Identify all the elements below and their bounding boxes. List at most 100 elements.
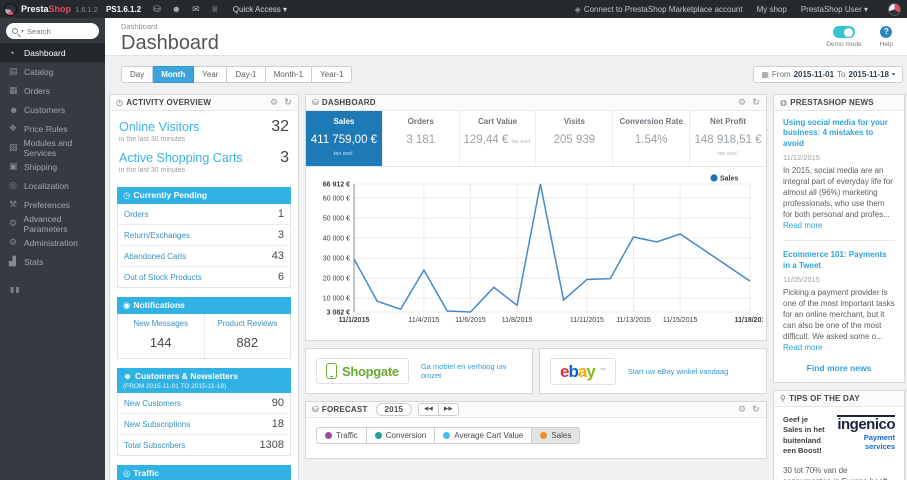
date-preset-day-1[interactable]: Day-1: [227, 66, 266, 83]
rewind-icon[interactable]: ◀◀: [418, 402, 438, 417]
refresh-icon[interactable]: ↻: [752, 97, 760, 108]
collapse-sidebar-button[interactable]: ▮▮: [10, 285, 105, 294]
metric-tile-visits[interactable]: Visits 205 939: [535, 111, 612, 166]
gear-icon[interactable]: ⚙: [738, 404, 746, 415]
brand-wordmark[interactable]: PrestaShop: [21, 4, 71, 14]
row-link-orders[interactable]: Orders: [124, 210, 148, 219]
svg-text:Sales: Sales: [720, 176, 738, 183]
refresh-icon[interactable]: ↻: [752, 404, 760, 415]
sidebar-item-label: Modules and Services: [23, 137, 73, 158]
sidebar-item-shipping[interactable]: ▣ Shipping: [0, 157, 105, 176]
stat-cell-label[interactable]: New Messages: [120, 319, 202, 328]
sidebar-search[interactable]: ▾: [6, 23, 99, 39]
table-row: Return/Exchanges 3: [118, 224, 290, 245]
row-link-return-exchanges[interactable]: Return/Exchanges: [124, 231, 190, 240]
legend-label: Sales: [551, 431, 572, 440]
user-icon[interactable]: ☻: [172, 4, 181, 15]
sidebar: ▾ ◔ Dashboard ▤ Catalog ▦ Orders ☻ Customers ❖ Pr…: [0, 18, 105, 480]
row-value: 90: [271, 397, 284, 409]
date-preset-year-1[interactable]: Year-1: [312, 66, 353, 83]
sidebar-item-catalog[interactable]: ▤ Catalog: [0, 62, 105, 81]
sidebar-item-dashboard[interactable]: ◔ Dashboard: [0, 43, 105, 62]
date-range-picker[interactable]: ▦ From 2015-11-01 To 2015-11-18 ▾: [753, 66, 903, 83]
metric-tile-orders[interactable]: Orders 3 181: [381, 111, 459, 166]
metric-tile-net-profit[interactable]: Net Profit 148 918,51 € tax excl.: [689, 111, 766, 166]
sidebar-item-advanced-parameters[interactable]: ⚙ Advanced Parameters: [0, 214, 105, 234]
svg-text:11/6/2015: 11/6/2015: [455, 317, 486, 324]
read-more-link[interactable]: Read more: [783, 221, 823, 230]
forecast-legend-sales[interactable]: Sales: [532, 427, 581, 444]
shopgate-link[interactable]: Ga mobiel en verhoog uw omzet: [421, 362, 522, 380]
find-more-news-link[interactable]: Find more news: [783, 363, 895, 373]
clock-icon: ◷: [123, 190, 131, 200]
forecast-legend-average-cart-value[interactable]: Average Cart Value: [435, 427, 533, 444]
metric-tile-sales[interactable]: Sales 411 759,00 € tax excl.: [306, 111, 382, 166]
row-link-new-customers[interactable]: New Customers: [124, 399, 181, 408]
forecast-panel-title: FORECAST: [321, 405, 368, 414]
metric-label: Cart Value: [478, 117, 518, 126]
gear-icon: ⚙: [9, 237, 18, 247]
sidebar-item-localization[interactable]: ◎ Localization: [0, 176, 105, 195]
mail-icon[interactable]: ✉: [192, 4, 200, 15]
news-article: Using social media for your business: 4 …: [783, 118, 895, 231]
sidebar-item-administration[interactable]: ⚙ Administration: [0, 233, 105, 252]
row-link-total-subscribers[interactable]: Total Subscribers: [124, 441, 185, 450]
row-link-abandoned-carts[interactable]: Abandoned Carts: [124, 252, 186, 261]
forecast-legend-conversion[interactable]: Conversion: [366, 427, 436, 444]
news-article-title[interactable]: Using social media for your business: 4 …: [783, 118, 895, 149]
sidebar-item-stats[interactable]: ▟ Stats: [0, 252, 105, 271]
gear-icon[interactable]: ⚙: [270, 97, 278, 108]
news-article-title[interactable]: Ecommerce 101: Payments in a Tweet: [783, 250, 895, 271]
metric-tile-cart-value[interactable]: Cart Value 129,44 € tax excl.: [458, 111, 536, 166]
sidebar-item-label: Localization: [24, 180, 69, 191]
marketplace-link[interactable]: ◈ Connect to PrestaShop Marketplace accou…: [575, 5, 743, 14]
help-icon[interactable]: ?: [880, 26, 893, 38]
demo-mode-toggle[interactable]: [832, 26, 855, 38]
forecast-legend-traffic[interactable]: Traffic: [316, 427, 367, 444]
stat-cell-label[interactable]: Product Reviews: [207, 319, 289, 328]
date-preset-month[interactable]: Month: [153, 66, 195, 83]
sidebar-item-label: Shipping: [24, 161, 58, 172]
activity-overview-panel: ◷ ACTIVITY OVERVIEW ⚙ ↻ Online Visitors 3…: [109, 94, 299, 480]
chevron-down-icon: ▾: [283, 4, 288, 14]
prestashop-logo-icon[interactable]: [4, 2, 17, 16]
sidebar-item-orders[interactable]: ▦ Orders: [0, 81, 105, 100]
date-preset-day[interactable]: Day: [121, 66, 154, 83]
page-header: Dashboard Dashboard Demo mode ? Help: [105, 18, 907, 56]
sidebar-item-customers[interactable]: ☻ Customers: [0, 100, 105, 119]
sidebar-item-preferences[interactable]: ⚒ Preferences: [0, 195, 105, 214]
refresh-icon[interactable]: ↻: [284, 97, 292, 108]
forecast-year-selector[interactable]: 2015: [375, 403, 413, 416]
search-input[interactable]: [27, 26, 88, 36]
sidebar-item-price-rules[interactable]: ❖ Price Rules: [0, 119, 105, 138]
my-shop-link[interactable]: My shop: [757, 5, 787, 14]
clock-icon: ◷: [116, 98, 124, 107]
gear-icon[interactable]: ⚙: [738, 97, 746, 108]
user-menu[interactable]: PrestaShop User ▾: [801, 5, 868, 14]
cart-icon[interactable]: ⛁: [153, 4, 161, 15]
ebay-link[interactable]: Start uw eBay winkel vandaag: [628, 367, 728, 376]
shop-name-link[interactable]: PS1.6.1.2: [106, 5, 141, 14]
user-avatar[interactable]: [888, 2, 901, 16]
metric-value: 3 181: [406, 134, 436, 146]
read-more-link[interactable]: Read more: [783, 343, 823, 352]
trophy-icon[interactable]: ♕: [211, 4, 219, 15]
breadcrumb: Dashboard: [121, 22, 158, 31]
date-preset-year[interactable]: Year: [194, 66, 228, 83]
svg-text:66 912 €: 66 912 €: [323, 182, 350, 189]
row-link-out-of-stock-products[interactable]: Out of Stock Products: [124, 273, 202, 282]
big-stat-label: Active Shopping Carts: [119, 151, 243, 165]
sidebar-item-label: Stats: [24, 256, 44, 267]
quick-access-menu[interactable]: Quick Access ▾: [233, 5, 287, 14]
search-scope-caret-icon[interactable]: ▾: [21, 28, 24, 35]
date-preset-month-1[interactable]: Month-1: [265, 66, 313, 83]
customers-icon: ☻: [9, 104, 19, 115]
sidebar-item-modules-and-services[interactable]: ▧ Modules and Services: [0, 137, 105, 158]
forecast-panel: ⛁ FORECAST 2015 ◀◀ ▶▶ ⚙ ↻ Traffic Conver…: [305, 401, 767, 459]
cogs-icon: ⚙: [9, 218, 18, 228]
activity-big-stat: Active Shopping Carts 3 in the last 30 min…: [119, 149, 289, 174]
page-title: Dashboard: [121, 32, 219, 54]
metric-tile-conversion-rate[interactable]: Conversion Rate 1.54%: [612, 111, 689, 166]
row-link-new-subscriptions[interactable]: New Subscriptions: [124, 420, 190, 429]
fast-forward-icon[interactable]: ▶▶: [438, 402, 459, 417]
